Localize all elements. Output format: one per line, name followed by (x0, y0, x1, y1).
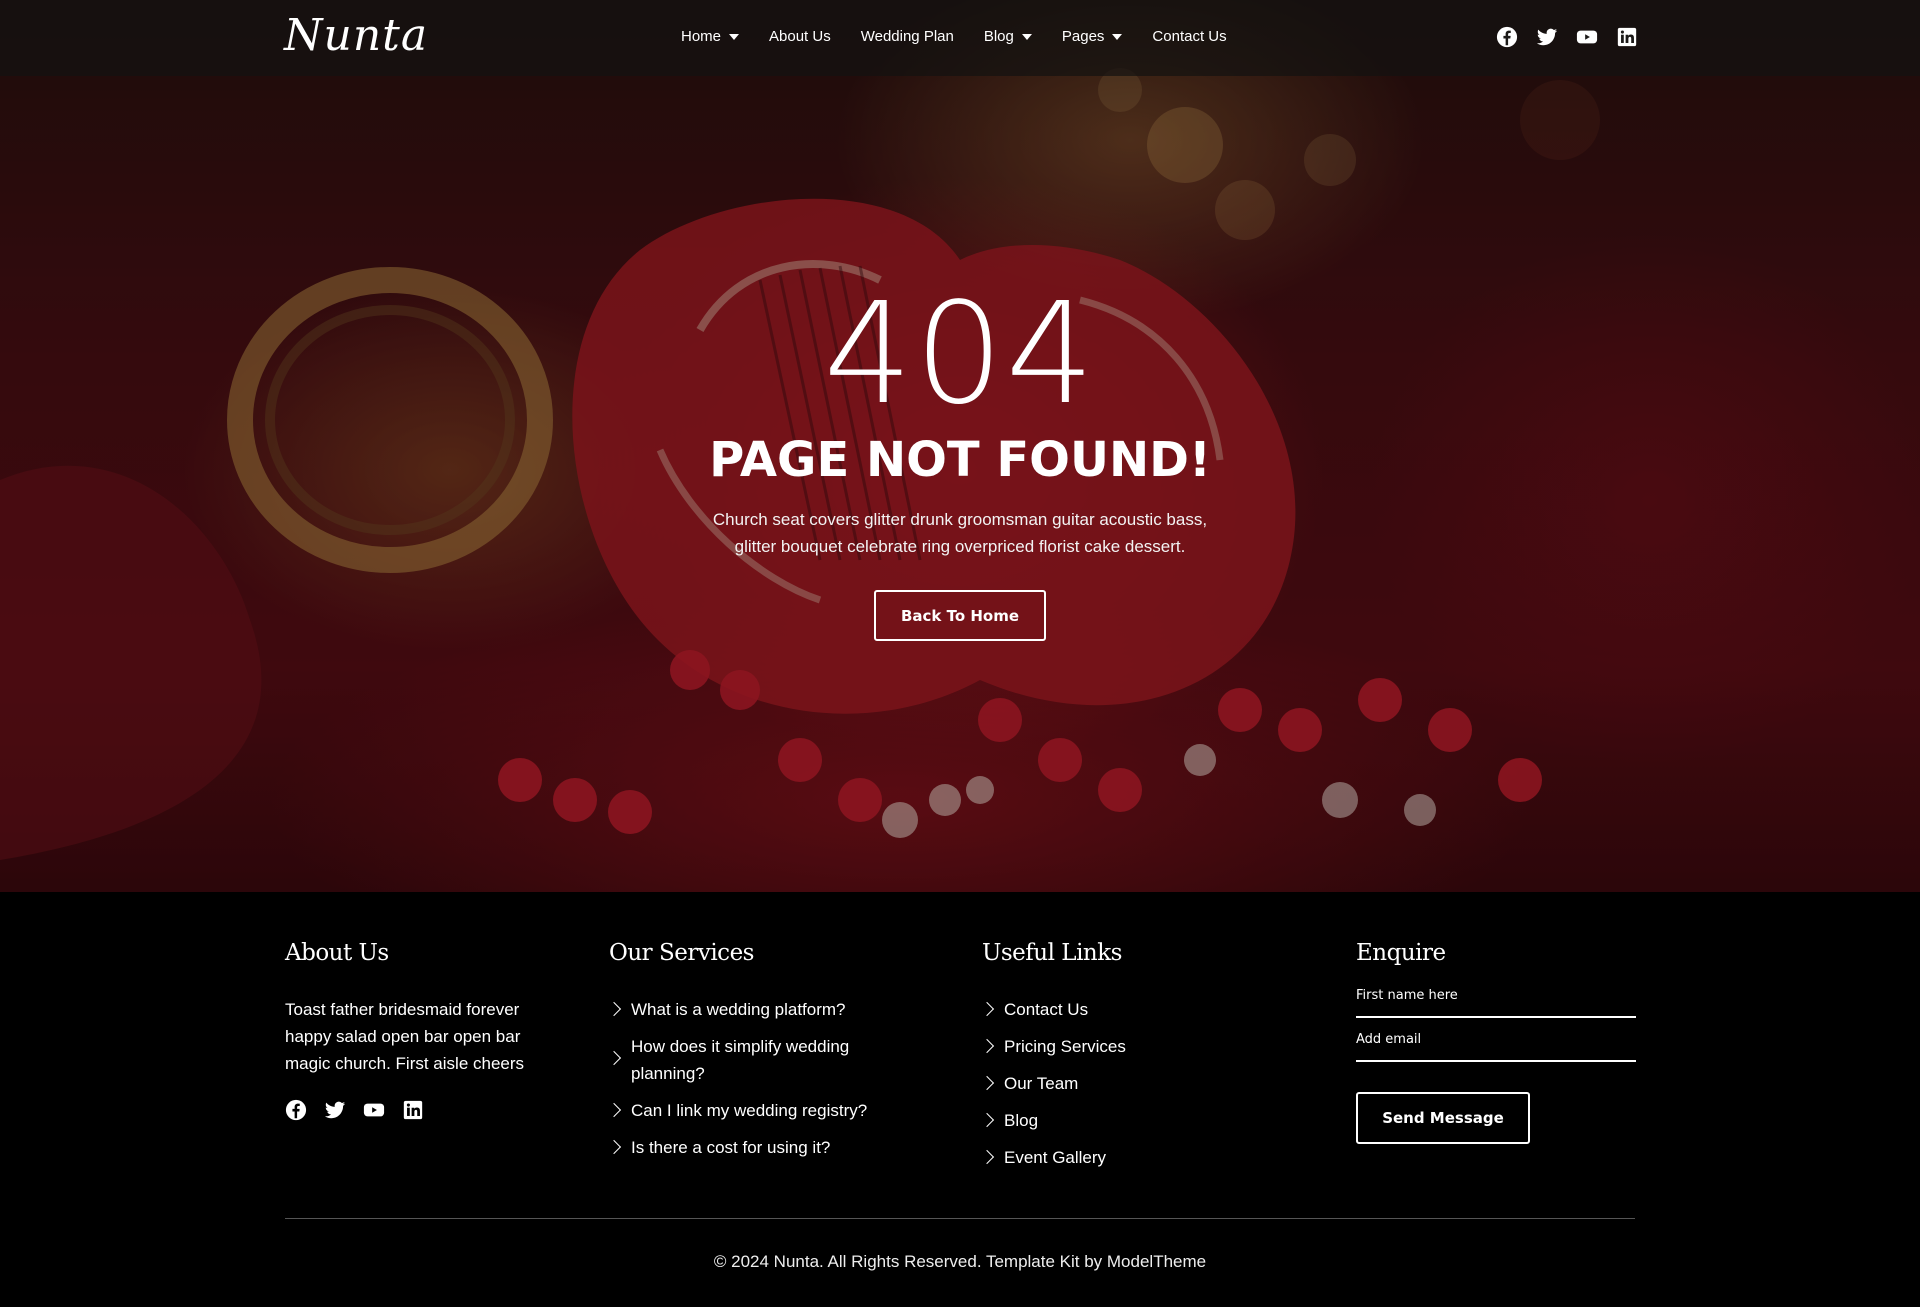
service-link[interactable]: Can I link my wedding registry? (606, 1097, 899, 1124)
useful-link[interactable]: Contact Us (979, 996, 1126, 1023)
send-message-button[interactable]: Send Message (1356, 1092, 1530, 1144)
nav-item-blog[interactable]: Blog (984, 28, 1032, 45)
chevron-right-icon (606, 1050, 622, 1066)
nav-item-wedding-plan[interactable]: Wedding Plan (861, 28, 954, 45)
service-link-label: Is there a cost for using it? (631, 1138, 831, 1157)
chevron-right-icon (979, 1001, 995, 1017)
useful-link-label: Event Gallery (1004, 1148, 1107, 1167)
error-description: Church seat covers glitter drunk groomsm… (712, 510, 1208, 556)
useful-link[interactable]: Event Gallery (979, 1144, 1126, 1171)
back-to-home-button[interactable]: Back To Home (874, 590, 1046, 641)
nav-item-pages[interactable]: Pages (1062, 28, 1123, 45)
error-title: PAGE NOT FOUND! (709, 432, 1211, 488)
chevron-right-icon (979, 1112, 995, 1128)
twitter-icon[interactable] (324, 1099, 346, 1121)
youtube-icon[interactable] (1576, 26, 1598, 48)
useful-link-label: Pricing Services (1004, 1037, 1126, 1056)
nav-item-label: Blog (983, 28, 1014, 45)
chevron-right-icon (979, 1149, 995, 1165)
services-list: What is a wedding platform? How does it … (606, 996, 899, 1161)
service-link[interactable]: Is there a cost for using it? (606, 1134, 899, 1161)
footer-enquire-heading: Enquire (1356, 940, 1446, 966)
footer-enquire: Enquire Send Message (1356, 940, 1636, 1144)
footer-about-text: Toast father bridesmaid forever happy sa… (285, 1000, 525, 1073)
main-nav: Home About Us Wedding Plan Blog Pages Co… (681, 28, 1257, 45)
chevron-right-icon (606, 1139, 622, 1155)
nav-item-about-us[interactable]: About Us (769, 28, 831, 45)
service-link-label: Can I link my wedding registry? (631, 1101, 868, 1120)
twitter-icon[interactable] (1536, 26, 1558, 48)
footer-about: About Us Toast father bridesmaid forever… (285, 940, 555, 1121)
youtube-icon[interactable] (363, 1099, 385, 1121)
footer-useful-links: Useful Links Contact Us Pricing Services… (979, 940, 1126, 1181)
useful-link-label: Contact Us (1004, 1000, 1089, 1019)
linkedin-icon[interactable] (402, 1099, 424, 1121)
linkedin-icon[interactable] (1616, 26, 1638, 48)
footer-services-heading: Our Services (609, 940, 754, 966)
site-footer: About Us Toast father bridesmaid forever… (0, 892, 1920, 1307)
site-logo[interactable]: Nunta (284, 10, 428, 61)
error-code: 404 (823, 273, 1097, 436)
service-link[interactable]: How does it simplify wedding planning? (606, 1033, 899, 1087)
service-link-label: What is a wedding platform? (631, 1000, 846, 1019)
nav-item-label: Contact Us (1152, 28, 1227, 45)
chevron-right-icon (979, 1075, 995, 1091)
nav-item-contact-us[interactable]: Contact Us (1152, 28, 1226, 45)
caret-down-icon (1021, 33, 1032, 40)
first-name-field[interactable] (1356, 974, 1636, 1018)
hero-section: 404 PAGE NOT FOUND! Church seat covers g… (0, 0, 1920, 892)
service-link-label: How does it simplify wedding planning? (631, 1037, 850, 1083)
copyright-text: © 2024 Nunta. All Rights Reserved. Templ… (713, 1252, 1207, 1271)
useful-link[interactable]: Blog (979, 1107, 1126, 1134)
footer-about-heading: About Us (285, 940, 389, 966)
facebook-icon[interactable] (285, 1099, 307, 1121)
nav-item-label: Pages (1061, 28, 1105, 45)
chevron-right-icon (979, 1038, 995, 1054)
header-social-links (1496, 26, 1638, 48)
footer-social-links (285, 1099, 555, 1121)
nav-item-label: Wedding Plan (860, 28, 954, 45)
footer-divider (285, 1218, 1635, 1219)
useful-link-label: Blog (1004, 1111, 1039, 1130)
caret-down-icon (729, 33, 740, 40)
useful-link-label: Our Team (1004, 1074, 1079, 1093)
chevron-right-icon (606, 1102, 622, 1118)
useful-link[interactable]: Pricing Services (979, 1033, 1126, 1060)
footer-links-heading: Useful Links (982, 940, 1122, 966)
email-field[interactable] (1356, 1018, 1636, 1062)
caret-down-icon (1112, 33, 1123, 40)
footer-services: Our Services What is a wedding platform?… (606, 940, 899, 1171)
useful-links-list: Contact Us Pricing Services Our Team Blo… (979, 996, 1126, 1171)
nav-item-label: Home (681, 28, 722, 45)
nav-item-label: About Us (769, 28, 831, 45)
facebook-icon[interactable] (1496, 26, 1518, 48)
service-link[interactable]: What is a wedding platform? (606, 996, 899, 1023)
site-header: Nunta Home About Us Wedding Plan Blog Pa… (0, 0, 1920, 76)
useful-link[interactable]: Our Team (979, 1070, 1126, 1097)
nav-item-home[interactable]: Home (681, 28, 740, 45)
chevron-right-icon (606, 1001, 622, 1017)
